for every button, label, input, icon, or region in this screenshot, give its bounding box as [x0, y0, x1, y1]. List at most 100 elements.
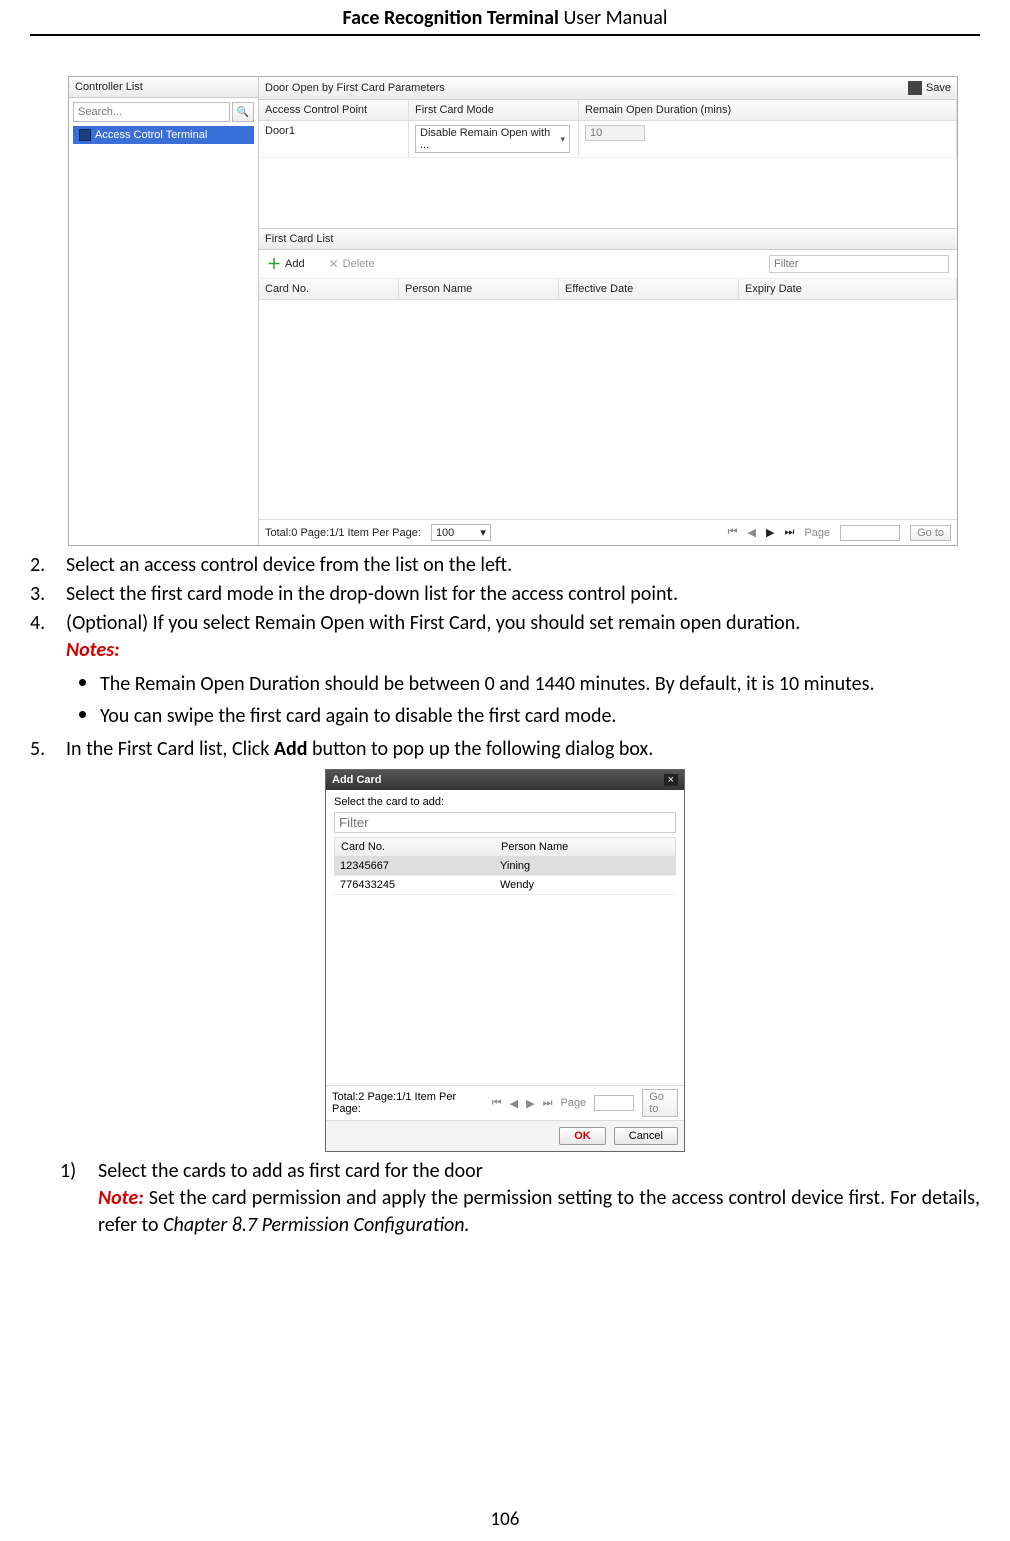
search-input[interactable]	[73, 102, 230, 122]
cell-card-no: 12345667	[334, 857, 494, 875]
dialog-titlebar: Add Card ×	[326, 770, 684, 790]
cancel-button[interactable]: Cancel	[614, 1127, 678, 1145]
tree-item-terminal[interactable]: Access Cotrol Terminal	[73, 126, 254, 144]
pager-first-icon[interactable]: ⏮	[728, 526, 738, 539]
page-label: Page	[804, 527, 830, 539]
pager-last-icon[interactable]: ⏭	[784, 526, 794, 539]
header-rule	[30, 34, 980, 36]
col-person-name: Person Name	[399, 279, 559, 299]
controller-list-header: Controller List	[69, 77, 258, 98]
add-button[interactable]: ＋ Add	[267, 254, 305, 274]
dialog-filter-input[interactable]	[334, 812, 676, 833]
col-card-no: Card No.	[335, 838, 495, 856]
filter-input[interactable]	[769, 255, 949, 273]
step-number: 4.	[30, 610, 48, 734]
params-grid-row: Door1 Disable Remain Open with ... ▾ 10	[259, 121, 957, 158]
dialog-grid-header: Card No. Person Name	[334, 837, 676, 857]
page-input[interactable]	[840, 525, 900, 541]
search-icon: 🔍	[237, 107, 249, 118]
close-icon: ×	[668, 774, 674, 786]
footer-total: Total:0 Page:1/1 Item Per Page:	[265, 527, 421, 539]
add-card-dialog: Add Card × Select the card to add: Card …	[325, 769, 685, 1152]
col-expiry-date: Expiry Date	[739, 279, 957, 299]
tree-item-label: Access Cotrol Terminal	[95, 129, 207, 141]
page-label: Page	[561, 1097, 587, 1109]
first-card-grid-header: Card No. Person Name Effective Date Expi…	[259, 279, 957, 300]
instruction-list: 2. Select an access control device from t…	[30, 552, 980, 763]
items-per-page-dropdown[interactable]: 100 ▾	[431, 524, 491, 541]
first-card-list-header: First Card List	[259, 228, 957, 250]
save-label: Save	[926, 82, 951, 94]
note-label: Note:	[98, 1186, 144, 1210]
cell-door: Door1	[259, 121, 409, 157]
header-title-bold: Face Recognition Terminal	[343, 6, 559, 30]
pager-prev-icon[interactable]: ◀	[510, 1097, 518, 1110]
pager-prev-icon[interactable]: ◀	[748, 526, 756, 539]
first-card-toolbar: ＋ Add ✕ Delete	[259, 250, 957, 279]
dialog-prompt: Select the card to add:	[334, 796, 676, 808]
pager-last-icon[interactable]: ⏭	[543, 1097, 553, 1110]
dialog-page-input[interactable]	[594, 1095, 634, 1111]
notes-bullets: The Remain Open Duration should be betwe…	[66, 668, 980, 730]
chapter-reference: Chapter 8.7 Permission Configuration.	[163, 1213, 469, 1237]
x-icon: ✕	[329, 257, 339, 271]
dialog-footer-buttons: OK Cancel	[326, 1120, 684, 1151]
dropdown-value: Disable Remain Open with ...	[420, 127, 560, 151]
pager-first-icon[interactable]: ⏮	[492, 1097, 502, 1110]
step-number: 3.	[30, 581, 48, 608]
close-button[interactable]: ×	[664, 774, 678, 786]
delete-label: Delete	[343, 258, 375, 270]
dialog-row[interactable]: 12345667 Yining	[334, 857, 676, 876]
step-4: (Optional) If you select Remain Open wit…	[66, 611, 800, 635]
screenshot-first-card-params: Controller List 🔍 Access Cotrol Terminal…	[68, 76, 958, 546]
dialog-footer-pager: Total:2 Page:1/1 Item Per Page: ⏮ ◀ ▶ ⏭ …	[326, 1085, 684, 1120]
notes-label: Notes:	[66, 638, 120, 662]
grid-footer: Total:0 Page:1/1 Item Per Page: 100 ▾ ⏮ …	[259, 519, 957, 545]
col-remain-open-duration: Remain Open Duration (mins)	[579, 100, 957, 120]
page-header: Face Recognition Terminal User Manual	[30, 0, 980, 34]
col-card-no: Card No.	[259, 279, 399, 299]
note-bullet-1: The Remain Open Duration should be betwe…	[100, 668, 980, 698]
page-number: 106	[0, 1508, 1010, 1531]
right-pane: Door Open by First Card Parameters Save …	[259, 77, 957, 545]
pager-next-icon[interactable]: ▶	[526, 1097, 534, 1110]
plus-icon: ＋	[267, 254, 281, 274]
dialog-goto-button[interactable]: Go to	[642, 1089, 678, 1117]
params-grid-header: Access Control Point First Card Mode Rem…	[259, 100, 957, 121]
cell-person-name: Yining	[494, 857, 676, 875]
cell-person-name: Wendy	[494, 876, 676, 894]
pager-next-icon[interactable]: ▶	[766, 526, 774, 539]
col-access-point: Access Control Point	[259, 100, 409, 120]
step-number: 5.	[30, 736, 48, 763]
col-effective-date: Effective Date	[559, 279, 739, 299]
delete-button[interactable]: ✕ Delete	[329, 257, 375, 271]
substep-number: 1)	[60, 1158, 84, 1239]
first-card-mode-dropdown[interactable]: Disable Remain Open with ... ▾	[415, 125, 570, 153]
add-label: Add	[285, 258, 305, 270]
dialog-title: Add Card	[332, 774, 382, 786]
save-icon	[908, 81, 922, 95]
note-bullet-2: You can swipe the first card again to di…	[100, 700, 980, 730]
terminal-icon	[79, 129, 91, 141]
controller-list-panel: Controller List 🔍 Access Cotrol Terminal	[69, 77, 259, 545]
col-person-name: Person Name	[495, 838, 675, 856]
goto-button[interactable]: Go to	[910, 525, 951, 541]
step-number: 2.	[30, 552, 48, 579]
substep-1: Select the cards to add as first card fo…	[98, 1159, 483, 1183]
remain-open-duration-input[interactable]: 10	[585, 125, 645, 141]
step-3: Select the first card mode in the drop-d…	[66, 581, 980, 608]
dialog-footer-total: Total:2 Page:1/1 Item Per Page:	[332, 1091, 484, 1115]
right-panel-title: Door Open by First Card Parameters	[265, 82, 445, 94]
col-first-card-mode: First Card Mode	[409, 100, 579, 120]
step-5: In the First Card list, Click Add button…	[66, 736, 980, 763]
nested-list: 1) Select the cards to add as first card…	[60, 1158, 980, 1239]
chevron-down-icon: ▾	[480, 526, 486, 539]
dialog-row[interactable]: 776433245 Wendy	[334, 876, 676, 895]
chevron-down-icon: ▾	[560, 134, 565, 145]
header-title-rest: User Manual	[559, 6, 668, 30]
step-2: Select an access control device from the…	[66, 552, 980, 579]
search-button[interactable]: 🔍	[232, 102, 254, 122]
ok-button[interactable]: OK	[559, 1127, 606, 1145]
cell-card-no: 776433245	[334, 876, 494, 894]
save-button[interactable]: Save	[908, 81, 951, 95]
